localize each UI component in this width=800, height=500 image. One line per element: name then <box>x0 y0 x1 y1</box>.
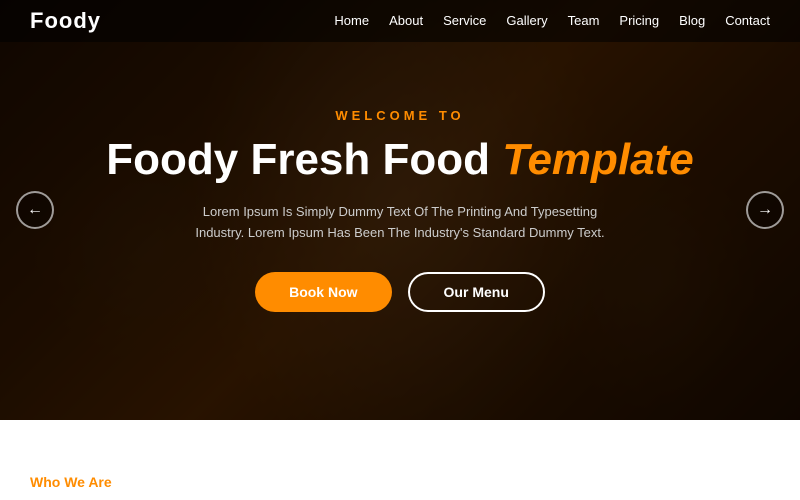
navbar: Foody Home About Service Gallery Team Pr… <box>0 0 800 42</box>
hero-title: Foody Fresh Food Template <box>106 135 694 186</box>
nav-link-contact[interactable]: Contact <box>725 13 770 28</box>
nav-link-home[interactable]: Home <box>334 13 369 28</box>
nav-link-about[interactable]: About <box>389 13 423 28</box>
hero-buttons: Book Now Our Menu <box>106 272 694 312</box>
hero-section: ← Welcome To Foody Fresh Food Template L… <box>0 0 800 420</box>
who-we-are-label: Who We Are <box>30 474 112 490</box>
nav-item-home[interactable]: Home <box>334 12 369 30</box>
arrow-right-icon: → <box>757 201 773 219</box>
book-now-button[interactable]: Book Now <box>255 272 391 312</box>
brand-logo[interactable]: Foody <box>30 8 101 34</box>
carousel-prev-button[interactable]: ← <box>16 191 54 229</box>
arrow-left-icon: ← <box>27 201 43 219</box>
nav-link-blog[interactable]: Blog <box>679 13 705 28</box>
nav-item-about[interactable]: About <box>389 12 423 30</box>
carousel-next-button[interactable]: → <box>746 191 784 229</box>
nav-menu: Home About Service Gallery Team Pricing … <box>334 12 770 30</box>
nav-link-gallery[interactable]: Gallery <box>506 13 547 28</box>
nav-link-pricing[interactable]: Pricing <box>619 13 659 28</box>
nav-item-contact[interactable]: Contact <box>725 12 770 30</box>
hero-title-part1: Foody Fresh Food <box>106 135 502 184</box>
hero-title-highlight: Template <box>502 135 694 184</box>
below-hero-section: Who We Are <box>0 420 800 500</box>
nav-link-service[interactable]: Service <box>443 13 486 28</box>
nav-item-blog[interactable]: Blog <box>679 12 705 30</box>
nav-item-gallery[interactable]: Gallery <box>506 12 547 30</box>
hero-description: Lorem Ipsum Is Simply Dummy Text Of The … <box>190 202 610 244</box>
hero-content: Welcome To Foody Fresh Food Template Lor… <box>26 108 774 311</box>
our-menu-button[interactable]: Our Menu <box>408 272 545 312</box>
nav-item-team[interactable]: Team <box>568 12 600 30</box>
hero-subtitle: Welcome To <box>106 108 694 123</box>
nav-item-service[interactable]: Service <box>443 12 486 30</box>
nav-link-team[interactable]: Team <box>568 13 600 28</box>
nav-item-pricing[interactable]: Pricing <box>619 12 659 30</box>
